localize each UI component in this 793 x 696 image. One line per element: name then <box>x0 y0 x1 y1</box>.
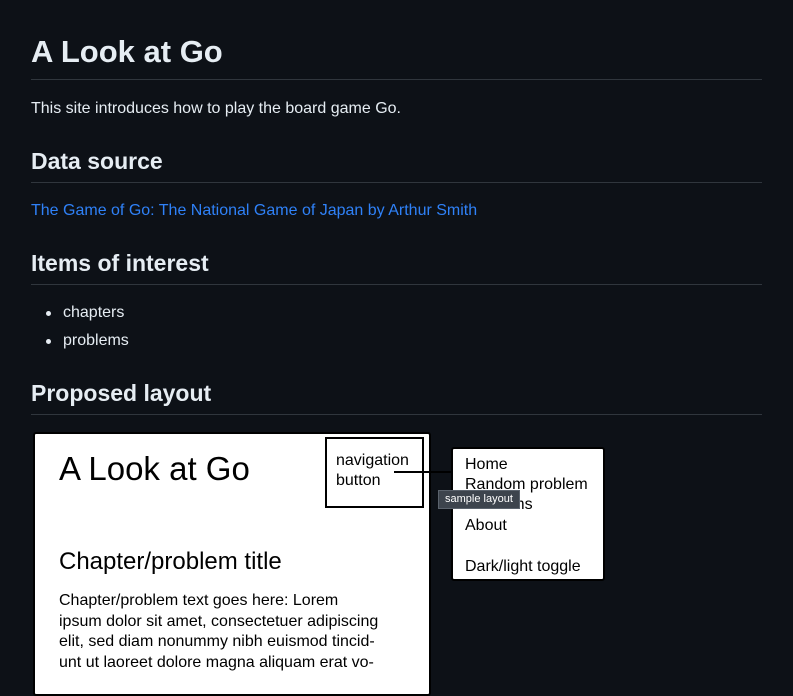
data-source-heading: Data source <box>31 148 163 174</box>
data-source-divider <box>31 182 762 183</box>
sketch-menu-item: About <box>465 517 507 534</box>
sketch-body-line: unt ut laoreet dolore magna aliquam erat… <box>59 653 374 671</box>
title-divider <box>31 79 762 80</box>
list-item: problems <box>31 330 129 358</box>
sketch-menu-item: Home <box>465 456 508 473</box>
sketch-body-line: elit, sed diam nonummy nibh euismod tinc… <box>59 633 375 650</box>
sketch-body-line: Chapter/problem text goes here: Lorem <box>59 592 339 609</box>
sketch-chapter-title: Chapter/problem title <box>59 548 282 575</box>
sample-layout-image[interactable]: A Look at Go navigation button Chapter/p… <box>31 431 631 696</box>
layout-divider <box>31 414 762 415</box>
sketch-body-line: ipsum dolor sit amet, consectetuer adipi… <box>59 612 379 630</box>
list-item: chapters <box>31 302 129 330</box>
sketch-page-frame: A Look at Go navigation button Chapter/p… <box>33 432 431 696</box>
proposed-layout-heading: Proposed layout <box>31 380 212 406</box>
sketch-nav-label-line2: button <box>336 472 381 489</box>
intro-text: This site introduces how to play the boa… <box>31 100 401 117</box>
image-tooltip: sample layout <box>438 490 520 509</box>
sketch-connector-line <box>394 471 452 473</box>
sketch-site-title: A Look at Go <box>59 450 250 487</box>
sketch-menu-item: Dark/light toggle <box>465 558 581 575</box>
items-of-interest-heading: Items of interest <box>31 250 209 276</box>
items-divider <box>31 284 762 285</box>
page-title: A Look at Go <box>31 34 223 69</box>
items-list: chapters problems <box>31 302 129 358</box>
sketch-body-text: Chapter/problem text goes here: Lorem ip… <box>59 591 409 673</box>
sketch-menu-frame: Home Random problem Problems About Dark/… <box>451 447 605 581</box>
data-source-link[interactable]: The Game of Go: The National Game of Jap… <box>31 202 477 219</box>
sketch-nav-label-line1: navigation <box>336 452 409 469</box>
